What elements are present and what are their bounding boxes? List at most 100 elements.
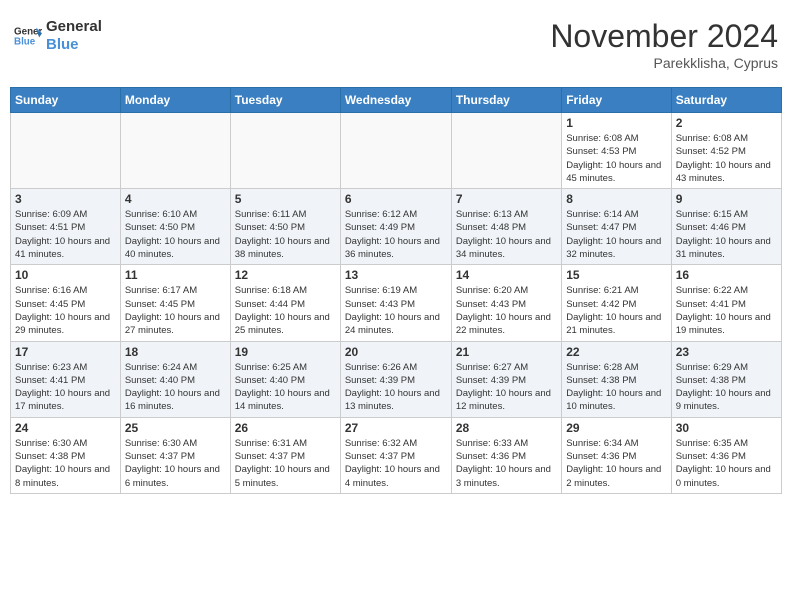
calendar-day: 11 Sunrise: 6:17 AMSunset: 4:45 PMDayligh… (120, 265, 230, 341)
svg-text:Blue: Blue (14, 36, 36, 47)
day-info: Sunrise: 6:24 AMSunset: 4:40 PMDaylight:… (125, 361, 226, 414)
day-number: 21 (456, 345, 557, 359)
calendar-day: 7 Sunrise: 6:13 AMSunset: 4:48 PMDaylight… (451, 189, 561, 265)
calendar-day: 3 Sunrise: 6:09 AMSunset: 4:51 PMDaylight… (11, 189, 121, 265)
day-number: 17 (15, 345, 116, 359)
calendar-day: 6 Sunrise: 6:12 AMSunset: 4:49 PMDaylight… (340, 189, 451, 265)
day-number: 4 (125, 192, 226, 206)
calendar-week-row: 10Sunrise: 6:16 AMSunset: 4:45 PMDayligh… (11, 265, 782, 341)
day-info: Sunrise: 6:26 AMSunset: 4:39 PMDaylight:… (345, 361, 447, 414)
logo-general: General (46, 18, 102, 36)
header-saturday: Saturday (671, 88, 781, 113)
day-info: Sunrise: 6:35 AMSunset: 4:36 PMDaylight:… (676, 437, 777, 490)
calendar-week-row: 24 Sunrise: 6:30 AMSunset: 4:38 PMDayligh… (11, 417, 782, 493)
calendar-day: 2 Sunrise: 6:08 AMSunset: 4:52 PMDaylight… (671, 113, 781, 189)
calendar-day (120, 113, 230, 189)
header-sunday: Sunday (11, 88, 121, 113)
day-number: 20 (345, 345, 447, 359)
calendar-day: 12 Sunrise: 6:18 AMSunset: 4:44 PMDayligh… (230, 265, 340, 341)
calendar-week-row: 17 Sunrise: 6:23 AMSunset: 4:41 PMDayligh… (11, 341, 782, 417)
day-info: Sunrise: 6:28 AMSunset: 4:38 PMDaylight:… (566, 361, 666, 414)
day-number: 2 (676, 116, 777, 130)
day-number: 15 (566, 268, 666, 282)
day-number: 13 (345, 268, 447, 282)
header-friday: Friday (562, 88, 671, 113)
day-info: Sunrise: 6:31 AMSunset: 4:37 PMDaylight:… (235, 437, 336, 490)
day-number: 12 (235, 268, 336, 282)
day-info: Sunrise: 6:17 AMSunset: 4:45 PMDaylight:… (125, 284, 226, 337)
calendar-day: 5 Sunrise: 6:11 AMSunset: 4:50 PMDaylight… (230, 189, 340, 265)
day-number: 19 (235, 345, 336, 359)
calendar-day: 24 Sunrise: 6:30 AMSunset: 4:38 PMDayligh… (11, 417, 121, 493)
calendar-day: 14Sunrise: 6:20 AMSunset: 4:43 PMDayligh… (451, 265, 561, 341)
day-info: Sunrise: 6:14 AMSunset: 4:47 PMDaylight:… (566, 208, 666, 261)
calendar-day: 27 Sunrise: 6:32 AMSunset: 4:37 PMDayligh… (340, 417, 451, 493)
day-number: 22 (566, 345, 666, 359)
header-thursday: Thursday (451, 88, 561, 113)
calendar-day: 20 Sunrise: 6:26 AMSunset: 4:39 PMDayligh… (340, 341, 451, 417)
header-wednesday: Wednesday (340, 88, 451, 113)
day-info: Sunrise: 6:10 AMSunset: 4:50 PMDaylight:… (125, 208, 226, 261)
day-info: Sunrise: 6:34 AMSunset: 4:36 PMDaylight:… (566, 437, 666, 490)
day-number: 28 (456, 421, 557, 435)
calendar-day: 26 Sunrise: 6:31 AMSunset: 4:37 PMDayligh… (230, 417, 340, 493)
calendar-day: 8Sunrise: 6:14 AMSunset: 4:47 PMDaylight… (562, 189, 671, 265)
day-info: Sunrise: 6:19 AMSunset: 4:43 PMDaylight:… (345, 284, 447, 337)
day-info: Sunrise: 6:32 AMSunset: 4:37 PMDaylight:… (345, 437, 447, 490)
header-monday: Monday (120, 88, 230, 113)
day-info: Sunrise: 6:13 AMSunset: 4:48 PMDaylight:… (456, 208, 557, 261)
calendar-day: 25 Sunrise: 6:30 AMSunset: 4:37 PMDayligh… (120, 417, 230, 493)
calendar-day: 21 Sunrise: 6:27 AMSunset: 4:39 PMDayligh… (451, 341, 561, 417)
day-number: 24 (15, 421, 116, 435)
logo-icon: General Blue (14, 22, 42, 50)
day-number: 23 (676, 345, 777, 359)
calendar-day: 13 Sunrise: 6:19 AMSunset: 4:43 PMDayligh… (340, 265, 451, 341)
calendar-day: 30 Sunrise: 6:35 AMSunset: 4:36 PMDayligh… (671, 417, 781, 493)
day-info: Sunrise: 6:08 AMSunset: 4:52 PMDaylight:… (676, 132, 777, 185)
day-info: Sunrise: 6:30 AMSunset: 4:38 PMDaylight:… (15, 437, 116, 490)
header: General Blue General Blue November 2024 … (10, 10, 782, 79)
calendar: Sunday Monday Tuesday Wednesday Thursday… (10, 87, 782, 494)
calendar-day (11, 113, 121, 189)
day-info: Sunrise: 6:20 AMSunset: 4:43 PMDaylight:… (456, 284, 557, 337)
calendar-day: 28 Sunrise: 6:33 AMSunset: 4:36 PMDayligh… (451, 417, 561, 493)
day-info: Sunrise: 6:25 AMSunset: 4:40 PMDaylight:… (235, 361, 336, 414)
header-tuesday: Tuesday (230, 88, 340, 113)
day-number: 27 (345, 421, 447, 435)
day-number: 7 (456, 192, 557, 206)
day-number: 11 (125, 268, 226, 282)
day-info: Sunrise: 6:27 AMSunset: 4:39 PMDaylight:… (456, 361, 557, 414)
day-info: Sunrise: 6:09 AMSunset: 4:51 PMDaylight:… (15, 208, 116, 261)
day-number: 3 (15, 192, 116, 206)
day-number: 1 (566, 116, 666, 130)
day-number: 5 (235, 192, 336, 206)
calendar-day: 9Sunrise: 6:15 AMSunset: 4:46 PMDaylight… (671, 189, 781, 265)
day-number: 29 (566, 421, 666, 435)
day-number: 18 (125, 345, 226, 359)
day-number: 6 (345, 192, 447, 206)
day-number: 26 (235, 421, 336, 435)
location: Parekklisha, Cyprus (550, 55, 778, 71)
day-info: Sunrise: 6:12 AMSunset: 4:49 PMDaylight:… (345, 208, 447, 261)
calendar-week-row: 1 Sunrise: 6:08 AMSunset: 4:53 PMDaylight… (11, 113, 782, 189)
title-area: November 2024 Parekklisha, Cyprus (550, 18, 778, 71)
day-info: Sunrise: 6:23 AMSunset: 4:41 PMDaylight:… (15, 361, 116, 414)
calendar-day: 23Sunrise: 6:29 AMSunset: 4:38 PMDayligh… (671, 341, 781, 417)
calendar-day: 10Sunrise: 6:16 AMSunset: 4:45 PMDayligh… (11, 265, 121, 341)
day-number: 25 (125, 421, 226, 435)
weekday-header-row: Sunday Monday Tuesday Wednesday Thursday… (11, 88, 782, 113)
day-info: Sunrise: 6:08 AMSunset: 4:53 PMDaylight:… (566, 132, 666, 185)
logo: General Blue General Blue (14, 18, 102, 54)
day-info: Sunrise: 6:30 AMSunset: 4:37 PMDaylight:… (125, 437, 226, 490)
calendar-week-row: 3 Sunrise: 6:09 AMSunset: 4:51 PMDaylight… (11, 189, 782, 265)
day-info: Sunrise: 6:33 AMSunset: 4:36 PMDaylight:… (456, 437, 557, 490)
day-number: 30 (676, 421, 777, 435)
day-info: Sunrise: 6:18 AMSunset: 4:44 PMDaylight:… (235, 284, 336, 337)
day-number: 16 (676, 268, 777, 282)
calendar-day: 22 Sunrise: 6:28 AMSunset: 4:38 PMDayligh… (562, 341, 671, 417)
calendar-day: 29 Sunrise: 6:34 AMSunset: 4:36 PMDayligh… (562, 417, 671, 493)
day-info: Sunrise: 6:11 AMSunset: 4:50 PMDaylight:… (235, 208, 336, 261)
day-number: 10 (15, 268, 116, 282)
logo-blue: Blue (46, 36, 102, 54)
calendar-day (451, 113, 561, 189)
